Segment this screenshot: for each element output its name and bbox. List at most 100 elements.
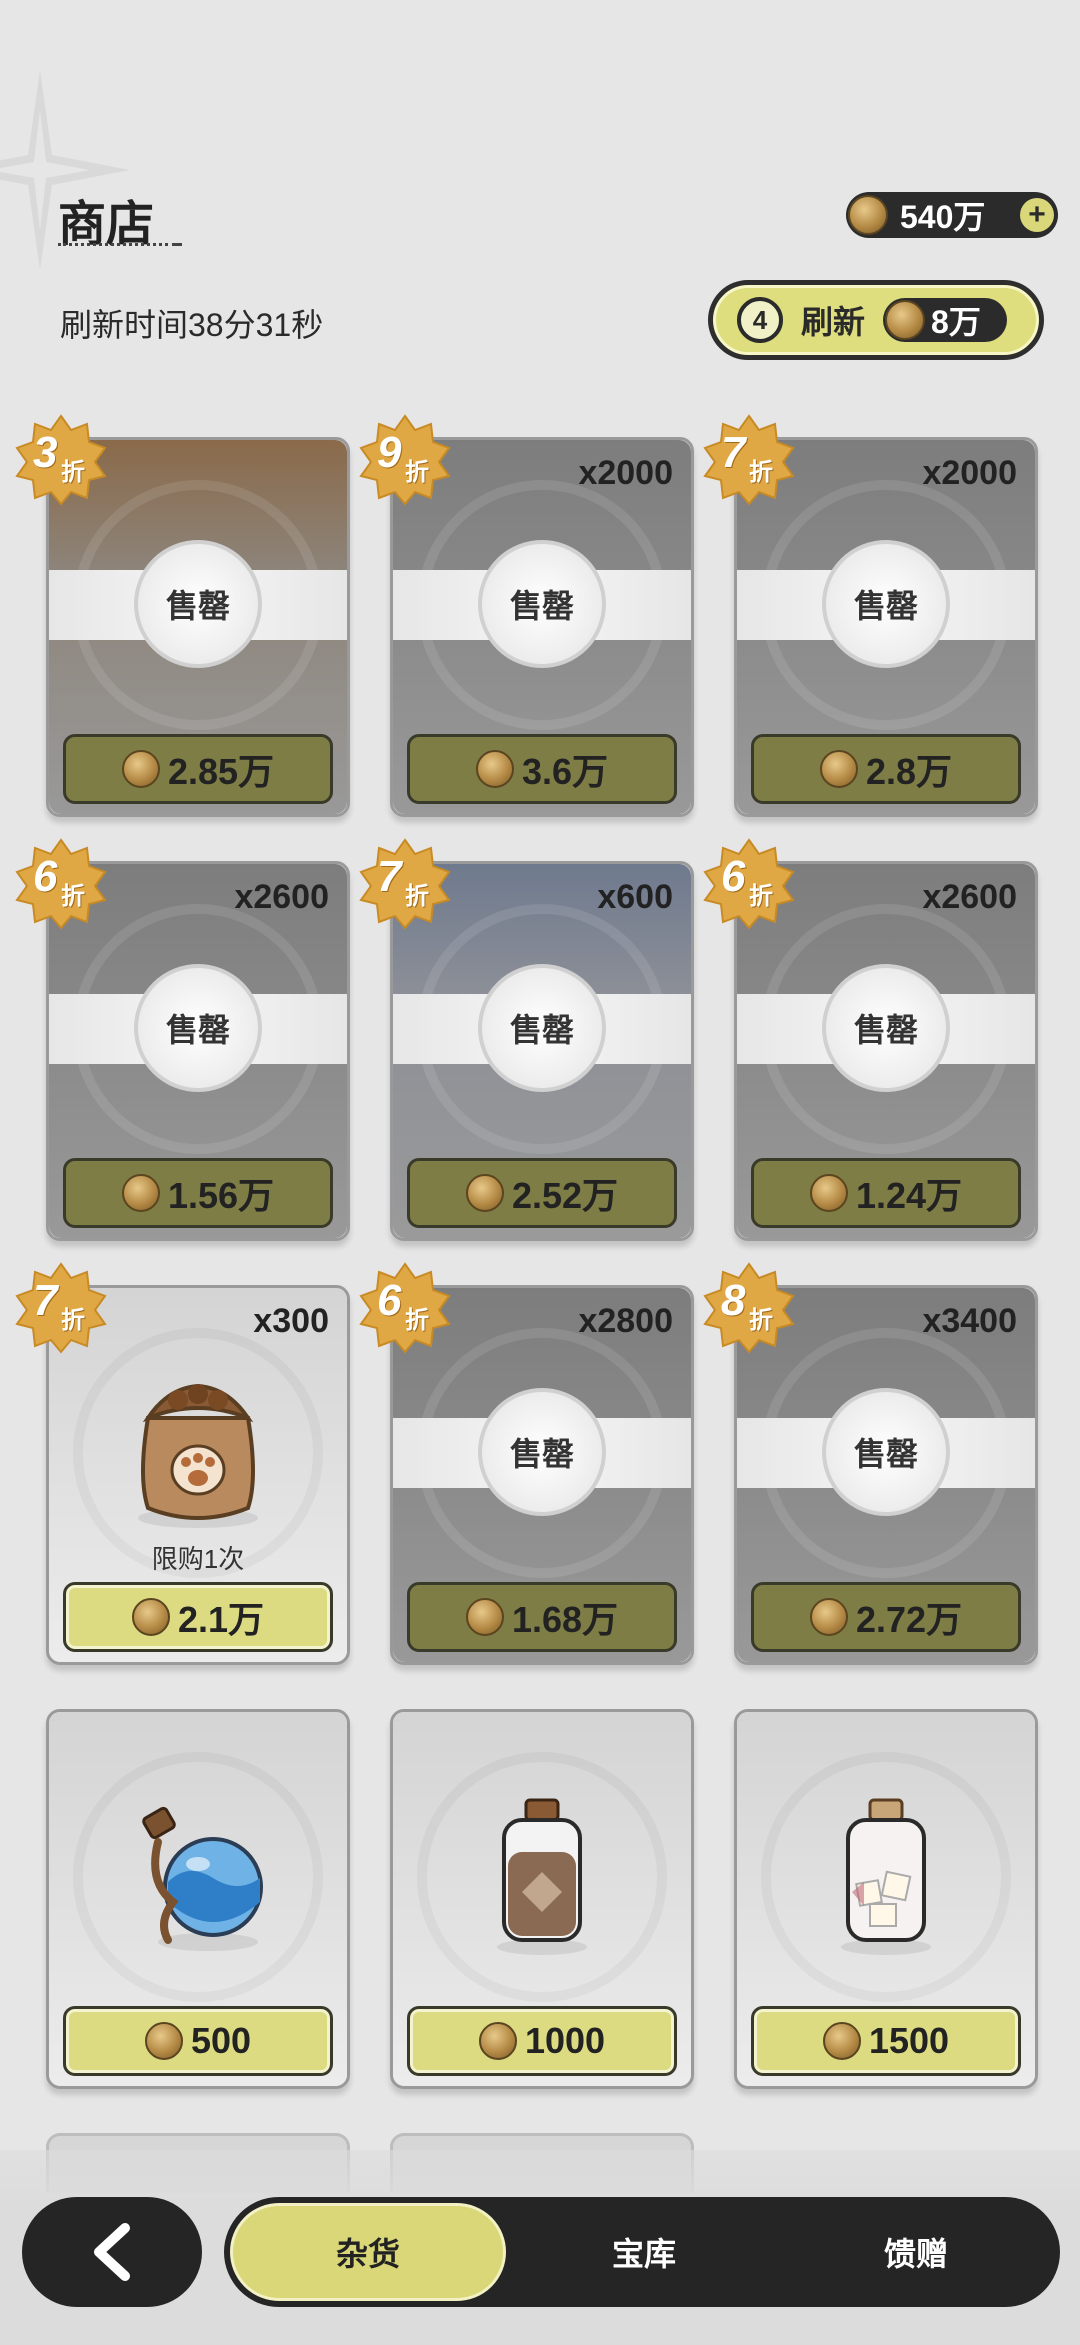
shop-item-card[interactable]: x2000 售罄 2.8万 7折 [703, 414, 1038, 817]
price-value: 2.1万 [177, 1599, 265, 1640]
white-cubes-jar-icon [841, 1798, 931, 1955]
gold-coin-icon [121, 1174, 160, 1212]
gold-coin-icon [848, 195, 888, 235]
discount-value: 6 [33, 852, 58, 901]
price-button[interactable]: 1000 [407, 2006, 677, 2076]
gold-coin-icon [885, 300, 926, 340]
shop-item-card[interactable]: x2600 售罄 1.24万 6折 [703, 838, 1038, 1241]
price-value: 500 [190, 2020, 252, 2061]
gold-coin-icon [465, 1174, 504, 1212]
gold-coin-icon [121, 750, 160, 788]
item-quantity: x3400 [922, 1302, 1017, 1340]
currency-value: 540万 [900, 199, 986, 235]
discount-suffix: 折 [405, 1307, 429, 1334]
refresh-cost: 8万 [883, 298, 1008, 342]
item-quantity: x2600 [234, 878, 329, 916]
back-button[interactable] [22, 2197, 202, 2307]
shop-item-card[interactable]: x600 售罄 2.52万 7折 [359, 838, 694, 1241]
discount-badge: 6折 [359, 1262, 451, 1354]
price-value: 1500 [868, 2020, 950, 2061]
gold-coin-icon [131, 1598, 170, 1636]
discount-value: 6 [377, 1276, 402, 1325]
item-quantity: x600 [597, 878, 673, 916]
soldout-badge: 售罄 [822, 1388, 950, 1516]
tab-groceries[interactable]: 杂货 [230, 2203, 506, 2301]
add-currency-button[interactable]: + [1020, 198, 1054, 232]
price-button[interactable]: 2.1万 [63, 1582, 333, 1652]
discount-value: 7 [33, 1276, 58, 1325]
gold-coin-icon [809, 1174, 848, 1212]
shop-item-card[interactable]: x3400 售罄 2.72万 8折 [703, 1262, 1038, 1665]
gold-coin-icon [144, 2022, 183, 2060]
price-button[interactable]: 2.85万 [63, 734, 333, 804]
price-value: 1.68万 [511, 1599, 619, 1640]
gold-coin-icon [822, 2022, 861, 2060]
chevron-left-icon [94, 2223, 130, 2281]
price-button[interactable]: 2.8万 [751, 734, 1021, 804]
shop-item-card[interactable]: 售罄 2.85万 3折 [15, 414, 350, 817]
shop-item-card[interactable]: x2000 售罄 3.6万 9折 [359, 414, 694, 817]
discount-value: 8 [721, 1276, 746, 1325]
shop-item-card[interactable]: 1000 [390, 1709, 694, 2089]
soldout-badge: 售罄 [478, 964, 606, 1092]
item-quantity: x2000 [922, 454, 1017, 492]
price-button[interactable]: 1.68万 [407, 1582, 677, 1652]
price-value: 2.52万 [511, 1175, 619, 1216]
price-value: 3.6万 [521, 751, 609, 792]
discount-suffix: 折 [61, 459, 85, 486]
shop-grid: 售罄 2.85万 3折 x2000 售罄 3.6万 9折 x2000 售罄 2.… [0, 385, 1080, 2193]
shop-item-card[interactable]: x2600 售罄 1.56万 6折 [15, 838, 350, 1241]
soldout-badge: 售罄 [822, 964, 950, 1092]
refresh-label: 刷新 [801, 304, 866, 340]
discount-badge: 3折 [15, 414, 107, 506]
blue-potion-flask-icon [142, 1806, 263, 1951]
discount-suffix: 折 [749, 459, 773, 486]
price-value: 1.24万 [855, 1175, 963, 1216]
tab-gifts[interactable]: 馈赠 [796, 2197, 1036, 2307]
shop-item-card[interactable]: x300 限购1次 2.1万 7折 [15, 1262, 350, 1665]
soldout-badge: 售罄 [478, 1388, 606, 1516]
gold-coin-icon [465, 1598, 504, 1636]
soldout-badge: 售罄 [134, 964, 262, 1092]
discount-badge: 7折 [703, 414, 795, 506]
gold-coin-icon [478, 2022, 517, 2060]
discount-badge: 9折 [359, 414, 451, 506]
brown-powder-jar-icon [497, 1798, 587, 1955]
refresh-icon: 4 [737, 297, 783, 343]
price-button[interactable]: 1.56万 [63, 1158, 333, 1228]
tab-treasury[interactable]: 宝库 [524, 2197, 764, 2307]
soldout-badge: 售罄 [478, 540, 606, 668]
discount-badge: 6折 [703, 838, 795, 930]
discount-suffix: 折 [405, 883, 429, 910]
discount-value: 7 [721, 428, 746, 477]
refresh-timer: 刷新时间38分31秒 [60, 307, 324, 343]
cat-food-sack-icon [138, 1383, 258, 1528]
price-value: 2.72万 [855, 1599, 963, 1640]
discount-suffix: 折 [749, 883, 773, 910]
discount-value: 6 [721, 852, 746, 901]
price-button[interactable]: 3.6万 [407, 734, 677, 804]
price-button[interactable]: 2.72万 [751, 1582, 1021, 1652]
price-button[interactable]: 2.52万 [407, 1158, 677, 1228]
price-button[interactable]: 500 [63, 2006, 333, 2076]
discount-suffix: 折 [61, 1307, 85, 1334]
gold-coin-icon [809, 1598, 848, 1636]
refresh-button[interactable]: 4 刷新 8万 [708, 280, 1044, 360]
gold-coin-icon [819, 750, 858, 788]
price-button[interactable]: 1500 [751, 2006, 1021, 2076]
discount-suffix: 折 [61, 883, 85, 910]
discount-value: 7 [377, 852, 402, 901]
item-quantity: x2000 [578, 454, 673, 492]
shop-item-card[interactable]: 1500 [734, 1709, 1038, 2089]
item-quantity: x300 [253, 1302, 329, 1340]
purchase-limit: 限购1次 [151, 1544, 245, 1574]
discount-badge: 8折 [703, 1262, 795, 1354]
price-button[interactable]: 1.24万 [751, 1158, 1021, 1228]
refresh-cost-value: 8万 [931, 304, 981, 340]
soldout-badge: 售罄 [134, 540, 262, 668]
shop-item-card[interactable]: x2800 售罄 1.68万 6折 [359, 1262, 694, 1665]
shop-item-card[interactable]: 500 [46, 1709, 350, 2089]
price-value: 2.85万 [167, 751, 275, 792]
discount-badge: 7折 [15, 1262, 107, 1354]
price-value: 1000 [524, 2020, 606, 2061]
